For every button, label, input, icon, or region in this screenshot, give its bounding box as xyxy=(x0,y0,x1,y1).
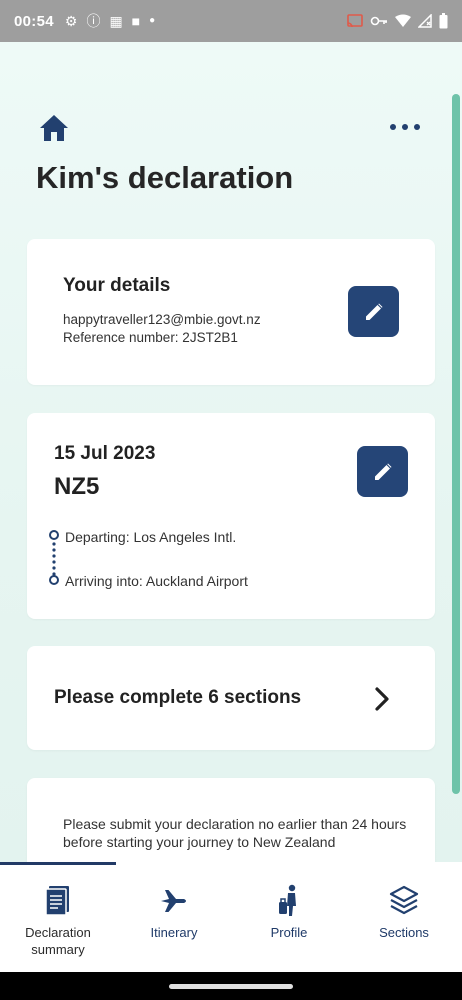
more-dot-icon xyxy=(402,124,408,130)
home-icon[interactable] xyxy=(38,112,70,144)
nav-sections[interactable]: Sections xyxy=(346,862,462,972)
square-icon: ■ xyxy=(131,13,141,29)
main-content[interactable]: Kim's declaration Your details happytrav… xyxy=(0,42,462,862)
chevron-right-icon xyxy=(375,687,389,711)
bottom-navigation: Declaration summary Itinerary Profile Se… xyxy=(0,862,462,972)
system-gesture-bar xyxy=(0,972,462,1000)
status-left: 00:54 ⚙ ⓘ ▦ ■ ● xyxy=(14,13,155,30)
more-options-button[interactable] xyxy=(390,120,426,134)
flight-date: 15 Jul 2023 xyxy=(54,443,156,464)
info-icon: ⓘ xyxy=(86,13,101,29)
dot-icon: ● xyxy=(149,15,156,26)
nav-declaration-summary[interactable]: Declaration summary xyxy=(0,862,116,972)
more-dot-icon xyxy=(390,124,396,130)
details-heading: Your details xyxy=(63,275,171,296)
signal-icon xyxy=(418,14,432,28)
departing-text: Departing: Los Angeles Intl. xyxy=(65,529,237,545)
notice-text: Please submit your declaration no earlie… xyxy=(63,816,407,850)
wifi-icon xyxy=(395,14,411,27)
grid-icon: ▦ xyxy=(109,13,123,29)
more-dot-icon xyxy=(414,124,420,130)
nav-label-itinerary: Itinerary xyxy=(150,925,198,940)
nav-label-declaration-summary: Declaration summary xyxy=(25,925,91,957)
sections-label: Please complete 6 sections xyxy=(54,687,302,708)
page-title: Kim's declaration xyxy=(36,160,294,195)
scrollbar[interactable] xyxy=(452,94,460,794)
complete-sections-card[interactable]: Please complete 6 sections xyxy=(27,646,435,750)
email-text: happytraveller123@mbie.govt.nz xyxy=(63,312,261,327)
battery-icon xyxy=(439,13,448,29)
your-details-card: Your details happytraveller123@mbie.govt… xyxy=(27,239,435,385)
nav-label-sections: Sections xyxy=(379,925,429,940)
flight-number: NZ5 xyxy=(54,473,100,500)
reference-number-text: Reference number: 2JST2B1 xyxy=(63,330,238,345)
nav-profile[interactable]: Profile xyxy=(231,862,347,972)
nav-label-profile: Profile xyxy=(270,925,308,940)
pencil-icon xyxy=(365,303,382,320)
cast-icon xyxy=(347,14,363,28)
route-line-icon xyxy=(49,530,59,585)
gear-icon: ⚙ xyxy=(64,13,78,29)
nav-itinerary[interactable]: Itinerary xyxy=(116,862,232,972)
flight-card: 15 Jul 2023 NZ5 Departing: Los Angeles I… xyxy=(27,413,435,619)
status-bar: 00:54 ⚙ ⓘ ▦ ■ ● xyxy=(0,0,462,42)
key-icon xyxy=(370,16,387,26)
edit-flight-button[interactable] xyxy=(357,446,408,497)
pencil-icon xyxy=(374,463,391,480)
notice-card: Please submit your declaration no earlie… xyxy=(27,778,435,862)
status-right xyxy=(347,13,448,29)
layers-icon xyxy=(389,885,419,915)
airplane-icon xyxy=(161,890,186,912)
home-gesture-handle[interactable] xyxy=(169,984,293,989)
arriving-text: Arriving into: Auckland Airport xyxy=(65,573,248,589)
traveller-icon xyxy=(279,884,296,916)
status-time: 00:54 xyxy=(14,12,54,30)
edit-details-button[interactable] xyxy=(348,286,399,337)
document-icon xyxy=(45,886,69,916)
